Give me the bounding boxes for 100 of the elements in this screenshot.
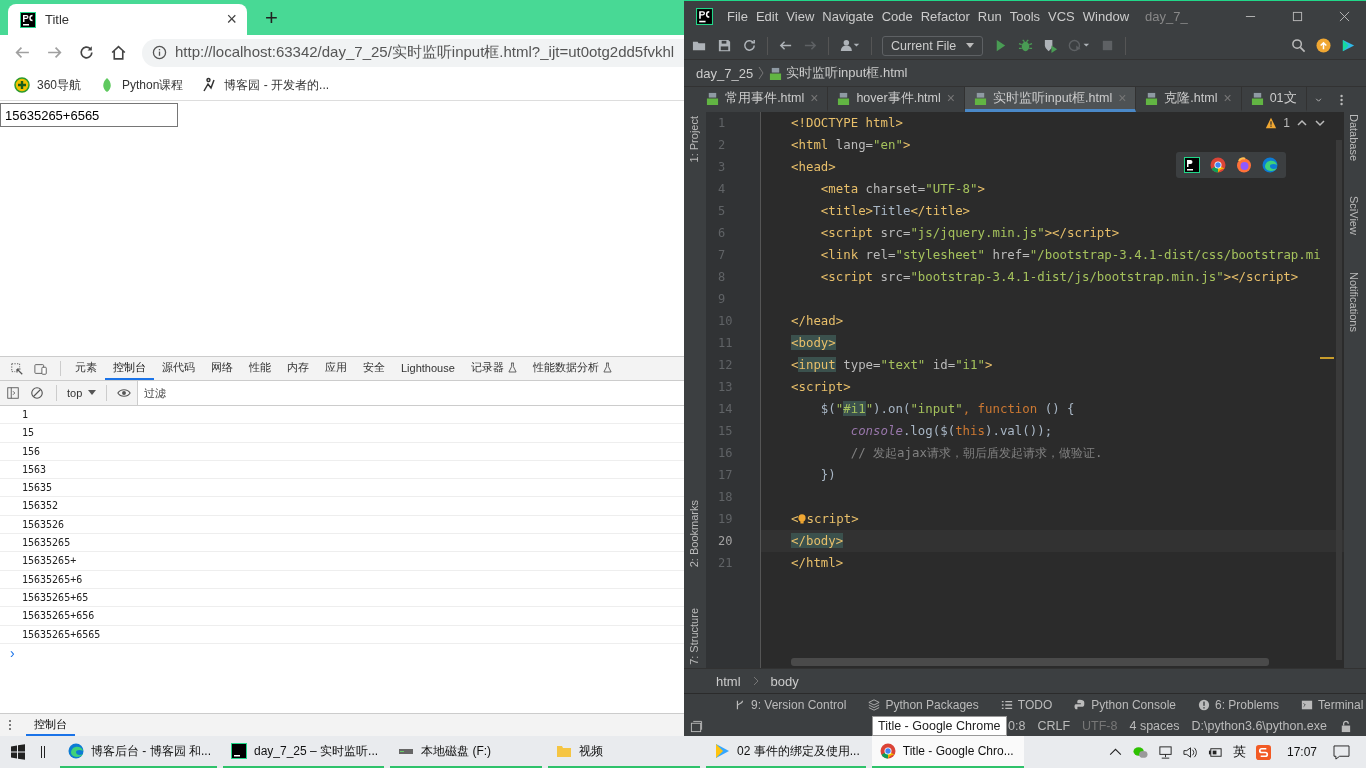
browser-tab[interactable]: Title ×: [8, 4, 247, 35]
tool-window-button[interactable]: 9: Version Control: [734, 698, 847, 712]
new-tab-button[interactable]: +: [265, 5, 278, 31]
search-icon[interactable]: [1291, 38, 1306, 53]
breadcrumb-item[interactable]: 实时监听input框.html: [769, 64, 908, 82]
back-arrow-icon[interactable]: [14, 44, 31, 61]
taskbar-item[interactable]: 视频: [548, 736, 701, 768]
devtools-tab[interactable]: 记录器: [462, 357, 525, 380]
filter-field[interactable]: 过滤: [137, 381, 684, 405]
eye-icon[interactable]: [117, 386, 132, 400]
menu-item[interactable]: Window: [1078, 9, 1134, 24]
menu-item[interactable]: Run: [973, 9, 1006, 24]
sidebar-toggle-icon[interactable]: [6, 386, 20, 400]
devtools-tab[interactable]: 源代码: [154, 357, 203, 380]
close-icon[interactable]: [1339, 11, 1350, 22]
lock-icon[interactable]: [1339, 719, 1352, 733]
taskbar-item[interactable]: day_7_25 – 实时监听...: [223, 736, 385, 768]
user-caret-icon[interactable]: [839, 38, 861, 53]
update-icon[interactable]: [1316, 38, 1331, 53]
taskbar-item[interactable]: Title - Google Chro...: [871, 736, 1024, 768]
input-method-logo-icon[interactable]: [1255, 744, 1271, 760]
panel-toggle-icon[interactable]: [690, 719, 703, 733]
save-icon[interactable]: [717, 38, 732, 53]
breadcrumb-item[interactable]: body: [770, 673, 799, 689]
status-item[interactable]: D:\python3.6\python.exe: [1191, 719, 1327, 733]
windows-start-icon[interactable]: [10, 744, 26, 760]
menu-item[interactable]: Edit: [751, 9, 783, 24]
devtools-tab[interactable]: Lighthouse: [393, 357, 463, 380]
network-icon[interactable]: [1157, 744, 1173, 760]
bookmark[interactable]: Python课程: [99, 76, 184, 94]
breadcrumb-item[interactable]: html: [716, 673, 741, 689]
more-options-icon[interactable]: [8, 719, 12, 731]
taskbar-item[interactable]: 02 事件的绑定及使用...: [706, 736, 866, 768]
devtools-tab[interactable]: 性能数据分析: [524, 357, 620, 380]
pycharm-logo-icon[interactable]: [1184, 157, 1200, 173]
edge-logo-icon[interactable]: [1262, 157, 1278, 173]
close-tab-button[interactable]: ×: [226, 9, 237, 30]
bookmark[interactable]: 博客园 - 开发者的...: [201, 76, 330, 94]
tool-window-button[interactable]: SciView: [1348, 196, 1360, 235]
taskbar-item[interactable]: 本地磁盘 (F:): [390, 736, 543, 768]
lightbulb-icon[interactable]: [798, 513, 807, 526]
tool-window-button[interactable]: Terminal: [1301, 698, 1364, 712]
home-icon[interactable]: [110, 44, 127, 61]
address-bar[interactable]: http://localhost:63342/day_7_25/实时监听input框.html?_ijt=ut0otg2dd5fvkhl: [142, 38, 684, 67]
menu-item[interactable]: VCS: [1044, 9, 1079, 24]
chrome-logo-icon[interactable]: [1210, 157, 1226, 173]
status-item[interactable]: CRLF: [1037, 719, 1071, 733]
horizontal-scrollbar[interactable]: [791, 658, 1269, 666]
breadcrumb-item[interactable]: day_7_25: [696, 65, 754, 81]
shield-play-icon[interactable]: [1043, 38, 1059, 53]
inspect-element-icon[interactable]: [10, 361, 24, 376]
menu-item[interactable]: View: [782, 9, 819, 24]
context-select[interactable]: top: [63, 381, 101, 405]
devtools-tab[interactable]: 内存: [279, 357, 317, 380]
clear-console-icon[interactable]: [30, 386, 44, 400]
tool-window-button[interactable]: 7: Structure: [688, 608, 700, 665]
devtools-tab[interactable]: 网络: [203, 357, 241, 380]
clock[interactable]: 17:07: [1286, 745, 1317, 759]
menu-item[interactable]: Refactor: [916, 9, 974, 24]
firefox-logo-icon[interactable]: [1236, 157, 1252, 173]
devtools-tab[interactable]: 应用: [317, 357, 355, 380]
notification-icon[interactable]: [1333, 744, 1350, 760]
chevron-down-icon[interactable]: [1314, 117, 1326, 129]
info-icon[interactable]: [152, 45, 167, 60]
device-toolbar-icon[interactable]: [34, 361, 48, 376]
run-configuration-select[interactable]: Current File: [882, 35, 984, 56]
menu-item[interactable]: File: [723, 9, 752, 24]
menu-item[interactable]: Tools: [1005, 9, 1045, 24]
sync-icon[interactable]: [742, 38, 757, 53]
task-view-icon[interactable]: [40, 744, 46, 760]
taskbar-item[interactable]: 博客后台 - 博客园 和...: [60, 736, 217, 768]
tool-window-button[interactable]: Python Packages: [868, 698, 979, 712]
console-prompt[interactable]: ›: [0, 643, 20, 662]
status-item[interactable]: 0:8: [1008, 719, 1026, 733]
devtools-tab[interactable]: 性能: [241, 357, 279, 380]
warning-icon[interactable]: [1265, 117, 1278, 129]
maximize-icon[interactable]: [1292, 11, 1303, 22]
edge-logo-icon: [68, 743, 84, 759]
warning-count[interactable]: 1: [1283, 116, 1290, 130]
menu-item[interactable]: Navigate: [818, 9, 878, 24]
devtools-tab[interactable]: 元素: [67, 357, 105, 380]
status-item[interactable]: 4 spaces: [1129, 719, 1180, 733]
input-method-indicator[interactable]: 英: [1232, 743, 1246, 761]
reload-icon[interactable]: [78, 44, 95, 61]
tool-window-button[interactable]: TODO: [1000, 698, 1053, 712]
bookmark[interactable]: 360导航: [14, 76, 82, 94]
bug-icon[interactable]: [1018, 38, 1034, 53]
tool-window-button[interactable]: 2: Bookmarks: [688, 500, 700, 568]
tool-window-button[interactable]: 1: Project: [688, 116, 700, 163]
tool-window-button[interactable]: 6: Problems: [1198, 698, 1279, 712]
volume-icon[interactable]: [1182, 744, 1198, 760]
text-input-field[interactable]: 15635265+6565: [0, 103, 178, 127]
editor-tab[interactable]: 实时监听input框.html ×: [964, 87, 1137, 112]
tool-window-button[interactable]: Notifications: [1348, 272, 1360, 332]
forward-arrow-icon[interactable]: [46, 44, 63, 61]
tool-window-button[interactable]: Database: [1348, 114, 1360, 162]
plugin-logo-icon[interactable]: [1341, 38, 1356, 53]
menu-item[interactable]: Code: [877, 9, 917, 24]
tool-window-button[interactable]: Python Console: [1074, 698, 1176, 712]
devtools-tab[interactable]: 安全: [355, 357, 393, 380]
